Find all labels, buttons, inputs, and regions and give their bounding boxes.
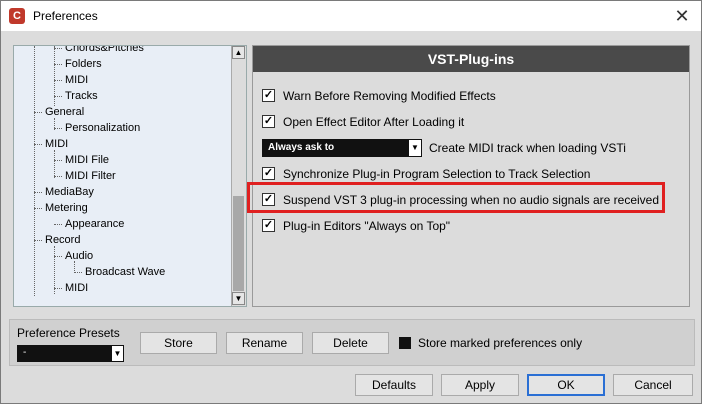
defaults-button[interactable]: Defaults [355,374,433,396]
title-bar: C Preferences ✕ [1,1,701,31]
checkbox-checked-icon[interactable]: ✓ [262,167,275,180]
delete-button[interactable]: Delete [312,332,389,354]
store-button[interactable]: Store [140,332,217,354]
option-label: Warn Before Removing Modified Effects [283,89,496,103]
scroll-thumb[interactable] [233,196,244,291]
tree-item-midi-file[interactable]: MIDI File [65,154,109,166]
tree-item-midi-filter[interactable]: MIDI Filter [65,170,116,182]
preferences-tree: Chords&Pitches Folders MIDI Tracks Gener… [13,45,247,307]
presets-label: Preference Presets [17,326,120,340]
tree-item-metering[interactable]: Metering [45,202,88,214]
chevron-down-icon[interactable]: ▼ [408,139,422,157]
tree-item-folders[interactable]: Folders [65,58,102,70]
tree-item-audio[interactable]: Audio [65,250,93,262]
checkbox-checked-icon[interactable]: ✓ [262,115,275,128]
tree-item-tracks[interactable]: Tracks [65,90,98,102]
tree-item-broadcast-wave[interactable]: Broadcast Wave [85,266,165,278]
checkbox-checked-icon[interactable]: ✓ [262,219,275,232]
midi-track-select[interactable]: Always ask to ▼ [262,139,422,157]
tree-item-midi-group[interactable]: MIDI [45,138,68,150]
tree-item-general[interactable]: General [45,106,84,118]
highlight-box [247,182,665,213]
tree-item-chords-pitches[interactable]: Chords&Pitches [65,46,144,54]
store-marked-label: Store marked preferences only [418,336,583,350]
option-label: Plug-in Editors "Always on Top" [283,219,451,233]
cancel-button[interactable]: Cancel [613,374,693,396]
tree-scrollbar[interactable]: ▲ ▼ [231,46,246,306]
scroll-up-icon[interactable]: ▲ [232,46,245,59]
close-icon[interactable]: ✕ [669,3,695,29]
preferences-window: C Preferences ✕ Chords&Pitches Folders M… [0,0,702,404]
cubase-app-icon: C [9,8,25,24]
option-label: Synchronize Plug-in Program Selection to… [283,167,591,181]
tree-item-personalization[interactable]: Personalization [65,122,140,134]
presets-select-value: - [23,347,27,358]
tree-item-mediabay[interactable]: MediaBay [45,186,94,198]
tree-item-record-midi[interactable]: MIDI [65,282,88,294]
window-title: Preferences [33,9,98,23]
tree-item-record[interactable]: Record [45,234,80,246]
preference-presets-bar: Preference Presets - ▼ Store Rename Dele… [9,319,695,366]
tree-item-appearance[interactable]: Appearance [65,218,124,230]
store-marked-checkbox[interactable] [399,337,411,349]
chevron-down-icon[interactable]: ▼ [111,345,124,362]
rename-button[interactable]: Rename [226,332,303,354]
apply-button[interactable]: Apply [441,374,519,396]
panel-title: VST-Plug-ins [253,46,689,72]
tree-item-midi[interactable]: MIDI [65,74,88,86]
midi-track-select-label: Create MIDI track when loading VSTi [429,141,626,155]
option-label: Open Effect Editor After Loading it [283,115,465,129]
presets-select[interactable]: - ▼ [17,345,124,362]
scroll-down-icon[interactable]: ▼ [232,292,245,305]
ok-button[interactable]: OK [527,374,605,396]
vst-plugins-panel: VST-Plug-ins ✓ Warn Before Removing Modi… [252,45,690,307]
checkbox-checked-icon[interactable]: ✓ [262,89,275,102]
select-value: Always ask to [268,142,335,153]
